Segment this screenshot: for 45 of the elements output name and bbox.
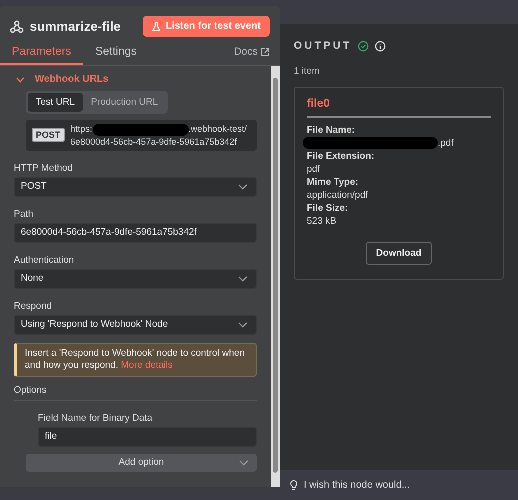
panel-tab[interactable]: Parameters	[0, 41, 84, 65]
output-title: OUTPUT	[294, 40, 352, 52]
chevron-down-icon	[238, 322, 248, 328]
docs-link[interactable]: Docs	[230, 41, 274, 65]
flask-icon	[152, 22, 161, 32]
input-field[interactable]: 6e8000d4-56cb-457a-9dfe-5961a75b342f	[14, 222, 257, 243]
info-icon[interactable]	[375, 40, 386, 52]
chevron-down-icon	[239, 460, 249, 466]
scrollbar[interactable]	[271, 66, 280, 487]
node-title: summarize-file	[30, 19, 122, 34]
field-label: Mime Type:	[307, 176, 360, 189]
select-field[interactable]: Using 'Respond to Webhook' Node	[14, 314, 257, 335]
method-badge: POST	[32, 128, 65, 142]
add-option-button[interactable]: Add option	[26, 454, 257, 472]
feedback-field[interactable]: I wish this node would...	[304, 477, 504, 493]
lightbulb-icon	[290, 480, 298, 490]
panel-tab[interactable]: Settings	[83, 41, 149, 65]
options-heading: Options	[14, 384, 257, 401]
chevron-down-icon	[238, 276, 248, 282]
item-count: 1 item	[294, 66, 321, 77]
download-button[interactable]: Download	[366, 242, 432, 265]
field-label: Authentication	[14, 254, 76, 266]
webhook-icon	[10, 20, 24, 34]
field-label: Field Name for Binary Data	[38, 412, 154, 424]
card-title: file0	[307, 98, 491, 118]
url-tab[interactable]: Test URL	[28, 93, 84, 112]
field-value: pdf	[307, 163, 322, 176]
select-field[interactable]: POST	[14, 176, 257, 197]
chevron-down-icon	[238, 184, 248, 190]
notice-text: Insert a 'Respond to Webhook' node to control when and how you respond. More details	[14, 342, 257, 377]
field-label: File Extension:	[307, 150, 376, 163]
check-circle-icon	[358, 40, 370, 52]
webhook-url[interactable]: https: .webhook-test/6e8000d4-56cb-457a-9dfe-5961a75b342f	[70, 123, 251, 148]
field-label: File Size:	[307, 202, 350, 215]
field-label: Path	[14, 208, 35, 220]
chevron-icon[interactable]	[16, 76, 25, 82]
field-label: Respond	[14, 300, 54, 312]
field-value: 523 kB	[307, 215, 338, 228]
input-field[interactable]: file	[38, 426, 257, 447]
url-tab[interactable]: Production URL	[83, 93, 166, 112]
field-value: application/pdf	[307, 189, 370, 202]
select-field[interactable]: None	[14, 268, 257, 289]
field-label: File Name:	[307, 124, 356, 137]
field-label: HTTP Method	[14, 162, 74, 174]
external-link-icon	[261, 48, 270, 56]
